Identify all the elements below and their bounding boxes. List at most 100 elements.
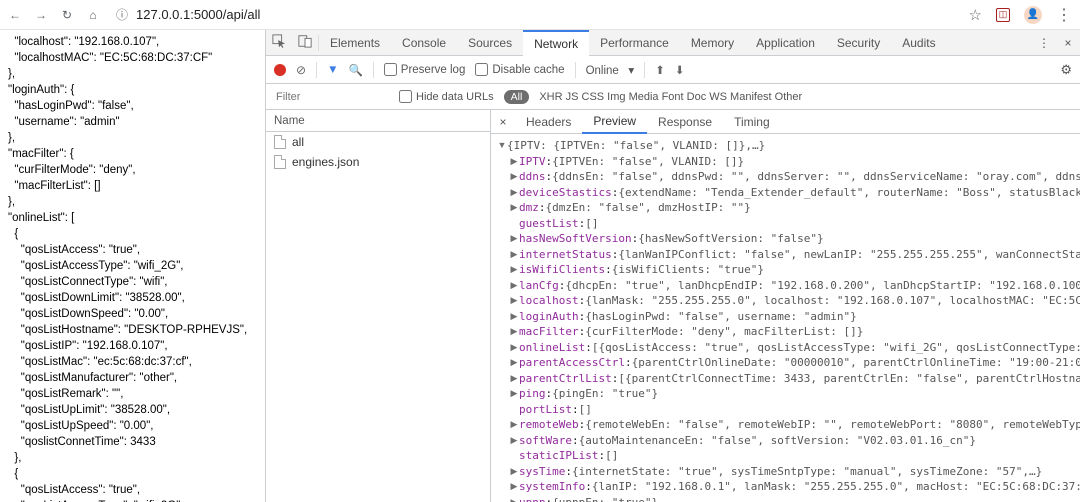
reload-icon[interactable]: ↻ xyxy=(60,8,74,22)
tree-value: {internetState: "true", sysTimeSntpType:… xyxy=(572,464,1042,480)
disclosure-icon[interactable] xyxy=(509,154,519,170)
disclosure-icon[interactable] xyxy=(509,386,519,402)
disclosure-icon[interactable] xyxy=(509,200,519,216)
filter-types[interactable]: XHR JS CSS Img Media Font Doc WS Manifes… xyxy=(539,91,802,103)
disclosure-icon[interactable] xyxy=(509,169,519,185)
tree-root[interactable]: {IPTV: {IPTVEn: "false", VLANID: []},…} xyxy=(507,138,765,154)
disclosure-icon[interactable] xyxy=(509,464,519,480)
tree-key: macFilter xyxy=(519,324,579,340)
disable-cache-checkbox[interactable]: Disable cache xyxy=(475,63,564,76)
tree-row[interactable]: internetStatus: {lanWanIPConflict: "fals… xyxy=(497,247,1080,263)
tree-row[interactable]: softWare: {autoMaintenanceEn: "false", s… xyxy=(497,433,1080,449)
tree-value: {isWifiClients: "true"} xyxy=(612,262,764,278)
disclosure-icon[interactable] xyxy=(509,495,519,502)
settings-icon[interactable]: ⚙ xyxy=(1060,62,1072,78)
ublock-icon[interactable]: ◫ xyxy=(996,8,1010,22)
browser-menu-icon[interactable]: ⋮ xyxy=(1056,5,1072,25)
tree-row[interactable]: dmz: {dmzEn: "false", dmzHostIP: ""} xyxy=(497,200,1080,216)
close-response-icon[interactable]: × xyxy=(491,115,515,129)
record-icon[interactable] xyxy=(274,64,286,76)
disclosure-icon[interactable] xyxy=(509,185,519,201)
devtools-close-icon[interactable]: × xyxy=(1056,36,1080,50)
disclosure-icon[interactable] xyxy=(509,231,519,247)
device-toolbar-icon[interactable] xyxy=(292,34,318,51)
file-icon xyxy=(274,135,286,149)
tab-elements[interactable]: Elements xyxy=(319,30,391,56)
tree-row[interactable]: remoteWeb: {remoteWebEn: "false", remote… xyxy=(497,417,1080,433)
devtools-menu-icon[interactable]: ⋮ xyxy=(1032,36,1056,50)
tree-value: [{qosListAccess: "true", qosListAccessTy… xyxy=(592,340,1080,356)
disclosure-icon[interactable] xyxy=(509,324,519,340)
throttle-select[interactable]: Online ▾ xyxy=(586,63,635,77)
filter-input[interactable] xyxy=(274,90,389,104)
resp-tab-preview[interactable]: Preview xyxy=(582,110,647,134)
tree-row[interactable]: localhost: {lanMask: "255.255.255.0", lo… xyxy=(497,293,1080,309)
tab-memory[interactable]: Memory xyxy=(680,30,745,56)
tree-row[interactable]: ping: {pingEn: "true"} xyxy=(497,386,1080,402)
forward-icon[interactable]: → xyxy=(34,8,48,22)
tab-application[interactable]: Application xyxy=(745,30,826,56)
site-info-icon[interactable]: ⓘ xyxy=(116,6,128,23)
disclosure-icon[interactable] xyxy=(509,417,519,433)
disclosure-icon[interactable] xyxy=(509,262,519,278)
tree-row[interactable]: parentCtrlList: [{parentCtrlConnectTime:… xyxy=(497,371,1080,387)
disclosure-icon[interactable] xyxy=(509,371,519,387)
bookmark-icon[interactable]: ☆ xyxy=(969,6,982,24)
tab-performance[interactable]: Performance xyxy=(589,30,680,56)
tree-key: ping xyxy=(519,386,546,402)
tab-security[interactable]: Security xyxy=(826,30,891,56)
back-icon[interactable]: ← xyxy=(8,8,22,22)
clear-icon[interactable]: ⊘ xyxy=(296,63,306,77)
tree-row[interactable]: hasNewSoftVersion: {hasNewSoftVersion: "… xyxy=(497,231,1080,247)
tab-network[interactable]: Network xyxy=(523,30,589,56)
tree-row[interactable]: macFilter: {curFilterMode: "deny", macFi… xyxy=(497,324,1080,340)
resp-tab-headers[interactable]: Headers xyxy=(515,110,582,134)
tree-value: {hasNewSoftVersion: "false"} xyxy=(638,231,823,247)
disclosure-icon[interactable] xyxy=(509,355,519,371)
disclosure-icon[interactable] xyxy=(509,479,519,495)
hide-data-urls-checkbox[interactable]: Hide data URLs xyxy=(399,90,494,103)
profile-avatar[interactable]: 👤 xyxy=(1024,6,1042,24)
download-har-icon[interactable]: ⬇ xyxy=(675,63,685,77)
disclosure-icon[interactable] xyxy=(509,340,519,356)
tree-row[interactable]: upnp: {upnpEn: "true"} xyxy=(497,495,1080,502)
home-icon[interactable]: ⌂ xyxy=(86,8,100,22)
tree-row[interactable]: guestList: [] xyxy=(497,216,1080,232)
search-icon[interactable]: 🔍 xyxy=(348,63,362,77)
tree-row[interactable]: staticIPList: [] xyxy=(497,448,1080,464)
tree-row[interactable]: systemInfo: {lanIP: "192.168.0.1", lanMa… xyxy=(497,479,1080,495)
tree-key: deviceStastics xyxy=(519,185,612,201)
tab-sources[interactable]: Sources xyxy=(457,30,523,56)
tree-row[interactable]: IPTV: {IPTVEn: "false", VLANID: []} xyxy=(497,154,1080,170)
tab-console[interactable]: Console xyxy=(391,30,457,56)
resp-tab-response[interactable]: Response xyxy=(647,110,723,134)
resp-tab-timing[interactable]: Timing xyxy=(723,110,781,134)
disclosure-icon[interactable] xyxy=(509,309,519,325)
tree-row[interactable]: isWifiClients: {isWifiClients: "true"} xyxy=(497,262,1080,278)
tree-row[interactable]: loginAuth: {hasLoginPwd: "false", userna… xyxy=(497,309,1080,325)
request-item[interactable]: all xyxy=(266,132,490,152)
disclosure-icon[interactable] xyxy=(509,278,519,294)
preserve-log-checkbox[interactable]: Preserve log xyxy=(384,63,466,76)
filter-icon[interactable]: ▼ xyxy=(327,64,338,76)
tree-row[interactable]: parentAccessCtrl: {parentCtrlOnlineDate:… xyxy=(497,355,1080,371)
filter-all[interactable]: All xyxy=(504,90,530,104)
tree-value: {pingEn: "true"} xyxy=(552,386,658,402)
disclosure-icon[interactable] xyxy=(509,433,519,449)
tree-row[interactable]: sysTime: {internetState: "true", sysTime… xyxy=(497,464,1080,480)
request-item[interactable]: engines.json xyxy=(266,152,490,172)
inspect-icon[interactable] xyxy=(266,34,292,51)
address-bar[interactable]: ⓘ 127.0.0.1:5000/api/all xyxy=(110,6,959,23)
tree-row[interactable]: onlineList: [{qosListAccess: "true", qos… xyxy=(497,340,1080,356)
tree-row[interactable]: ddns: {ddnsEn: "false", ddnsPwd: "", ddn… xyxy=(497,169,1080,185)
tree-row[interactable]: portList: [] xyxy=(497,402,1080,418)
upload-har-icon[interactable]: ⬆ xyxy=(655,63,665,77)
disclosure-icon[interactable] xyxy=(509,247,519,263)
tree-value: {lanIP: "192.168.0.1", lanMask: "255.255… xyxy=(592,479,1080,495)
tree-row[interactable]: deviceStastics: {extendName: "Tenda_Exte… xyxy=(497,185,1080,201)
preview-tree[interactable]: {IPTV: {IPTVEn: "false", VLANID: []},…} … xyxy=(491,134,1080,502)
tree-row[interactable]: lanCfg: {dhcpEn: "true", lanDhcpEndIP: "… xyxy=(497,278,1080,294)
tab-audits[interactable]: Audits xyxy=(891,30,946,56)
tree-value: [] xyxy=(605,448,618,464)
disclosure-icon[interactable] xyxy=(509,293,519,309)
